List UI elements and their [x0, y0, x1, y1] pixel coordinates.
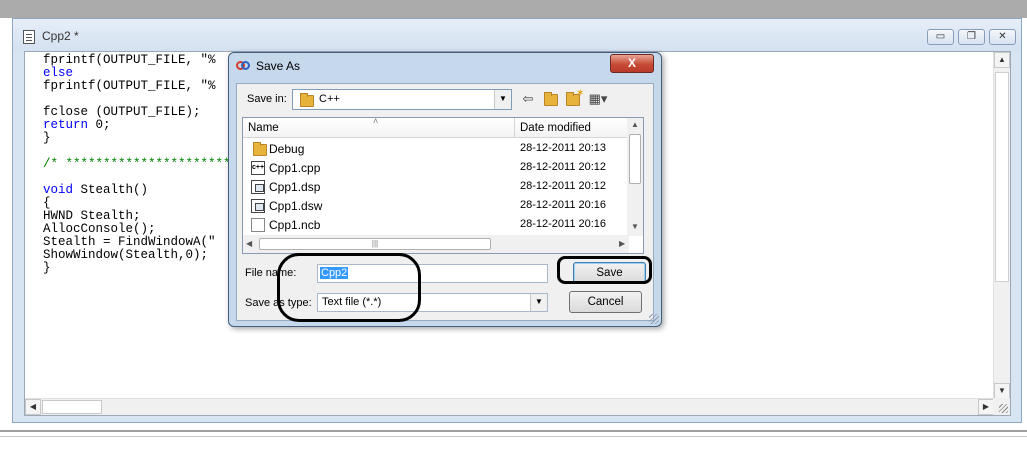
chevron-down-icon[interactable]: ▼ [494, 90, 511, 109]
cpp-file-icon: c++ [251, 161, 265, 175]
editor-vertical-scrollbar[interactable]: ▲ ▼ [993, 52, 1010, 399]
file-icon [251, 218, 265, 232]
file-date: 28-12-2011 20:16 [520, 199, 607, 211]
new-folder-icon[interactable]: ✶ [565, 88, 584, 107]
scroll-left-icon[interactable]: ◀ [25, 399, 41, 415]
folder-icon [300, 93, 314, 107]
chevron-down-icon[interactable]: ▼ [530, 294, 547, 311]
column-name[interactable]: Name [248, 122, 279, 134]
dialog-close-button[interactable]: X [610, 54, 654, 73]
dialog-title: Save As [256, 59, 301, 73]
dialog-resize-grip-icon[interactable] [649, 314, 659, 324]
file-date: 28-12-2011 20:16 [520, 218, 607, 230]
file-row[interactable]: Cpp1.dsp 28-12-2011 20:12 [243, 177, 629, 196]
save-as-type-label: Save as type: [245, 297, 312, 309]
file-rows: Debug 28-12-2011 20:13 c++ Cpp1.cpp 28-12-20… [243, 139, 629, 234]
editor-hscroll-thumb[interactable] [42, 400, 102, 414]
app-icon [236, 60, 252, 72]
project-file-icon [251, 180, 265, 194]
file-list[interactable]: Name ˄ Date modified Debug 28-12-2011 20:… [242, 116, 644, 254]
list-vscroll-thumb[interactable] [629, 134, 641, 184]
file-name: Cpp1.dsp [269, 180, 321, 194]
scroll-up-icon[interactable]: ▲ [994, 52, 1010, 68]
file-name-label: File name: [245, 267, 297, 279]
file-date: 28-12-2011 20:12 [520, 161, 607, 173]
save-in-dropdown[interactable]: C++ ▼ [292, 89, 512, 110]
file-row[interactable]: Debug 28-12-2011 20:13 [243, 139, 629, 158]
file-row[interactable]: Cpp1.ncb 28-12-2011 20:16 [243, 215, 629, 234]
save-as-dialog: Save As X Save in: C++ ▼ ⇦ ✶ ▦▾ Name ˄ D… [228, 52, 662, 327]
save-as-type-value: Text file (*.*) [322, 296, 382, 308]
resize-grip-icon[interactable] [993, 398, 1010, 415]
dialog-body: Save in: C++ ▼ ⇦ ✶ ▦▾ Name ˄ Date modifi… [236, 83, 654, 321]
column-separator [514, 118, 515, 138]
list-hscroll-thumb[interactable]: ||| [259, 238, 491, 250]
editor-vscroll-thumb[interactable] [995, 72, 1009, 282]
cancel-button[interactable]: Cancel [569, 291, 642, 313]
list-header: Name ˄ Date modified [243, 116, 629, 138]
file-name: Cpp1.dsw [269, 199, 323, 213]
save-in-value: C++ [319, 93, 340, 105]
list-scroll-left-icon[interactable]: ◀ [246, 239, 252, 248]
file-date: 28-12-2011 20:13 [520, 142, 607, 154]
save-button[interactable]: Save [573, 262, 646, 284]
file-date: 28-12-2011 20:12 [520, 180, 607, 192]
project-file-icon [251, 199, 265, 213]
sort-ascending-icon: ˄ [373, 116, 379, 126]
up-folder-icon[interactable] [543, 91, 559, 107]
scroll-down-icon[interactable]: ▼ [994, 383, 1010, 399]
save-as-type-dropdown[interactable]: Text file (*.*) ▼ [317, 293, 548, 312]
back-arrow-icon[interactable]: ⇦ [520, 91, 536, 107]
file-name: Cpp1.cpp [269, 161, 321, 175]
file-row[interactable]: c++ Cpp1.cpp 28-12-2011 20:12 [243, 158, 629, 177]
editor-horizontal-scrollbar[interactable]: ◀ ▶ [25, 398, 994, 415]
file-name: Debug [269, 142, 305, 156]
mdi-background [0, 0, 1027, 18]
editor-titlebar: Cpp2 * ▭ ❐ ✕ [13, 19, 1021, 51]
file-name: Cpp1.ncb [269, 218, 321, 232]
list-scroll-right-icon[interactable]: ▶ [619, 239, 625, 248]
save-in-label: Save in: [247, 93, 287, 105]
file-name-input[interactable]: Cpp2 [317, 264, 548, 283]
list-horizontal-scrollbar[interactable]: ◀ ||| ▶ [243, 235, 629, 253]
restore-button[interactable]: ❐ [958, 29, 985, 45]
view-menu-icon[interactable]: ▦▾ [587, 91, 609, 107]
minimize-button[interactable]: ▭ [927, 29, 954, 45]
close-editor-button[interactable]: ✕ [989, 29, 1016, 45]
editor-title: Cpp2 * [42, 29, 79, 43]
folder-icon [253, 142, 267, 156]
file-row[interactable]: Cpp1.dsw 28-12-2011 20:16 [243, 196, 629, 215]
status-area [0, 430, 1027, 456]
list-scroll-down-icon[interactable]: ▼ [631, 222, 639, 231]
column-date-modified[interactable]: Date modified [520, 122, 591, 134]
list-scroll-up-icon[interactable]: ▲ [631, 120, 639, 129]
document-icon [23, 30, 35, 44]
scroll-right-icon[interactable]: ▶ [978, 399, 994, 415]
list-vertical-scrollbar[interactable]: ▲ ▼ [627, 118, 643, 236]
file-name-value: Cpp2 [320, 267, 349, 279]
